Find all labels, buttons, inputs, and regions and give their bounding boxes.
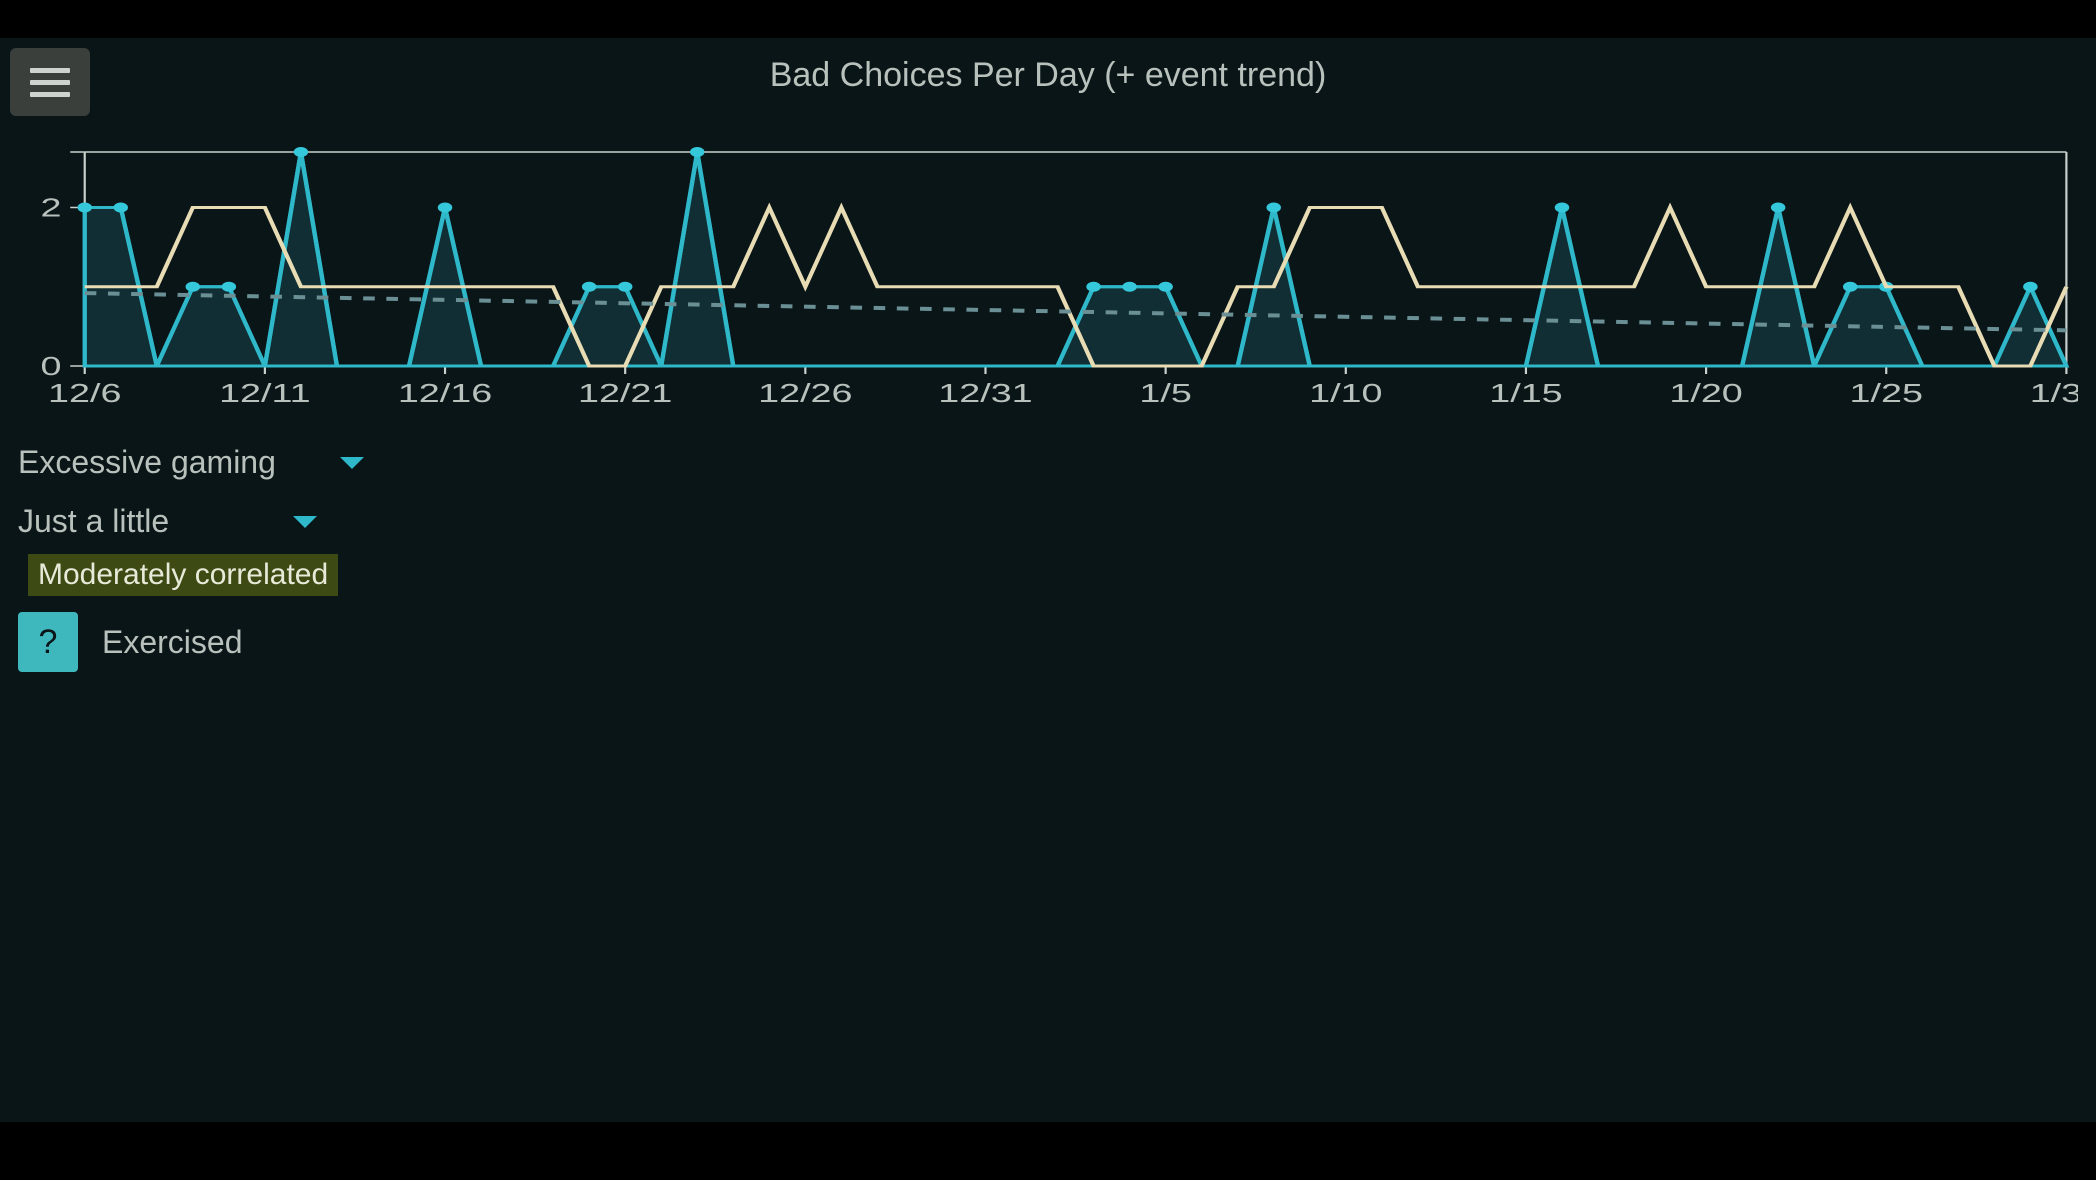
svg-text:12/31: 12/31: [938, 379, 1032, 408]
svg-text:12/6: 12/6: [48, 379, 121, 408]
event-dropdown[interactable]: Excessive gaming: [18, 436, 2078, 495]
chevron-down-icon: [340, 457, 364, 469]
svg-text:12/26: 12/26: [758, 379, 852, 408]
svg-text:2: 2: [41, 193, 62, 222]
intensity-dropdown-label: Just a little: [18, 503, 169, 540]
svg-text:0: 0: [41, 352, 62, 381]
event-dropdown-label: Excessive gaming: [18, 444, 276, 481]
secondary-dropdown-label: Exercised: [102, 624, 243, 661]
help-button[interactable]: ?: [18, 612, 78, 672]
svg-text:1/5: 1/5: [1139, 379, 1191, 408]
svg-text:12/16: 12/16: [398, 379, 492, 408]
svg-text:12/21: 12/21: [578, 379, 672, 408]
svg-text:1/20: 1/20: [1669, 379, 1742, 408]
app-frame: Bad Choices Per Day (+ event trend) 0 2 12…: [0, 38, 2096, 1122]
svg-text:1/10: 1/10: [1309, 379, 1382, 408]
svg-text:1/15: 1/15: [1489, 379, 1562, 408]
svg-text:1/30: 1/30: [2030, 379, 2078, 408]
help-icon: ?: [39, 623, 58, 662]
svg-text:1/25: 1/25: [1850, 379, 1923, 408]
chart: 0 2 12/6 12/11 12/16 12/21 12/26 12/31 1/5 1/10 1/…: [18, 146, 2078, 426]
svg-text:12/11: 12/11: [219, 379, 311, 408]
correlation-badge: Moderately correlated: [28, 554, 338, 596]
controls: Excessive gaming Just a little Moderatel…: [18, 436, 2078, 672]
intensity-dropdown[interactable]: Just a little: [18, 495, 2078, 554]
page-title: Bad Choices Per Day (+ event trend): [0, 56, 2096, 95]
chevron-down-icon: [293, 516, 317, 528]
